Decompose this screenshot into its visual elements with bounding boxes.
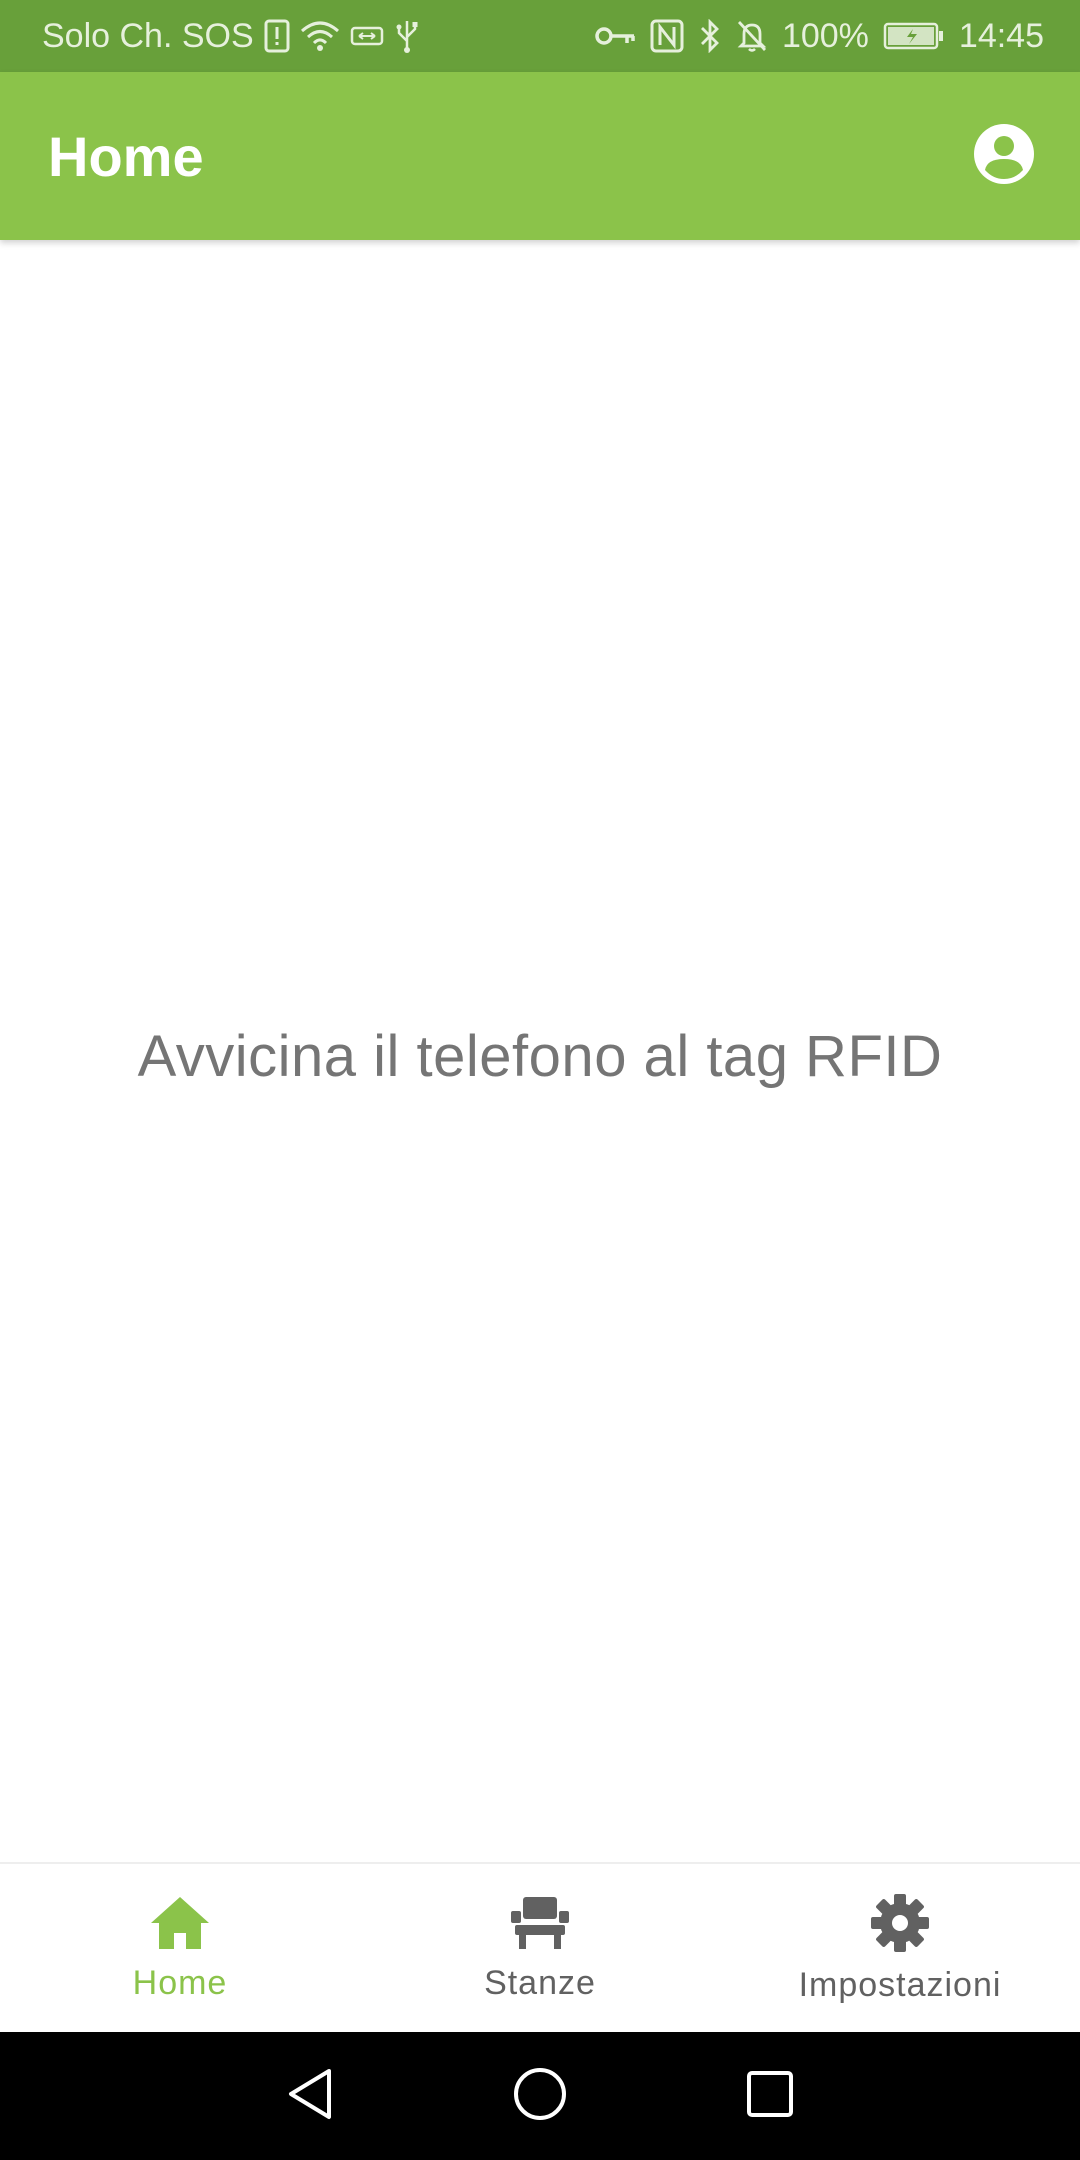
recents-icon [745,2069,795,2124]
status-right: 100% 14:45 [594,17,1044,56]
nav-item-impostazioni[interactable]: Impostazioni [720,1864,1080,2034]
bluetooth-icon [698,19,722,53]
battery-icon [883,22,945,50]
sim-alert-icon [264,19,290,53]
status-bar: Solo Ch. SOS 100% 14:45 [0,0,1080,72]
wifi-icon [300,19,340,53]
main-content: Avvicina il telefono al tag RFID [0,240,1080,1862]
chair-icon [509,1895,571,1956]
rfid-prompt: Avvicina il telefono al tag RFID [137,1023,943,1089]
system-navigation-bar [0,2032,1080,2160]
nav-label-impostazioni: Impostazioni [798,1966,1002,2004]
nfc-icon [650,19,684,53]
nav-item-home[interactable]: Home [0,1864,360,2034]
clock: 14:45 [958,16,1044,55]
carrier-label: Solo Ch. SOS [42,16,254,55]
back-button[interactable] [270,2056,350,2136]
page-title: Home [48,124,204,188]
account-button[interactable] [968,120,1040,192]
nav-label-home: Home [132,1964,228,2002]
data-saver-icon [350,24,384,48]
usb-icon [394,19,420,53]
back-icon [285,2067,335,2126]
status-left: Solo Ch. SOS [42,17,420,56]
account-circle-icon [973,123,1035,190]
home-circle-icon [512,2066,568,2127]
recents-button[interactable] [730,2056,810,2136]
silent-bell-icon [736,19,768,53]
gear-icon [869,1893,931,1958]
home-icon [149,1895,211,1956]
vpn-key-icon [594,24,636,48]
battery-percent: 100% [781,16,869,55]
home-system-button[interactable] [500,2056,580,2136]
nav-label-stanze: Stanze [484,1964,596,2002]
nav-item-stanze[interactable]: Stanze [360,1864,720,2034]
app-bar: Home [0,72,1080,240]
bottom-navigation: Home Stanze Impostazioni [0,1862,1080,2034]
